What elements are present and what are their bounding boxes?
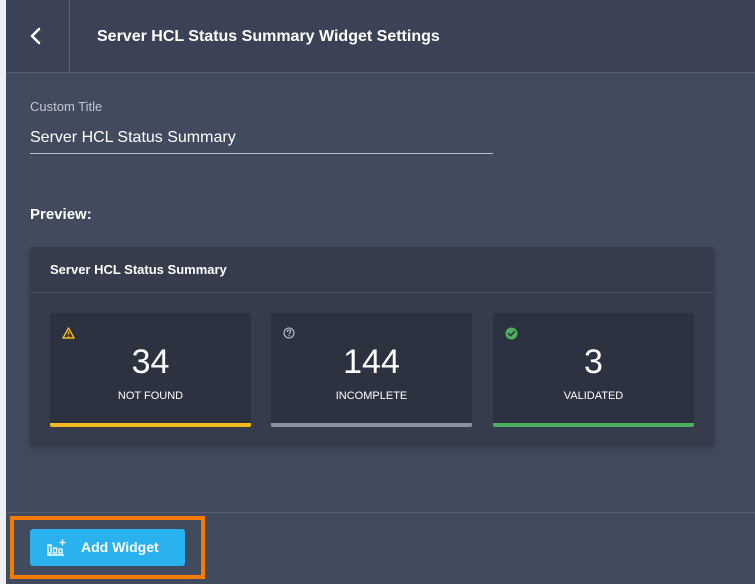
status-bar xyxy=(271,423,472,427)
status-tile-incomplete[interactable]: 144 INCOMPLETE xyxy=(271,313,472,427)
tile-value: 34 xyxy=(131,343,170,381)
widget-settings-panel: Server HCL Status Summary Widget Setting… xyxy=(0,0,755,584)
preview-label: Preview: xyxy=(30,206,92,223)
status-bar xyxy=(50,423,251,427)
widget-card-title: Server HCL Status Summary xyxy=(50,262,227,277)
page-title: Server HCL Status Summary Widget Setting… xyxy=(97,28,440,45)
add-chart-icon xyxy=(47,539,66,556)
footer-divider xyxy=(6,512,755,513)
status-bar xyxy=(493,423,694,427)
tile-label: NOT FOUND xyxy=(117,390,184,402)
check-circle-icon xyxy=(505,327,518,340)
status-tile-validated[interactable]: 3 VALIDATED xyxy=(493,313,694,427)
tile-value: 3 xyxy=(584,343,603,381)
tile-value: 144 xyxy=(343,343,400,381)
custom-title-input[interactable] xyxy=(30,126,493,154)
tile-label: INCOMPLETE xyxy=(335,390,408,402)
status-tile-not-found[interactable]: 34 NOT FOUND xyxy=(50,313,251,427)
settings-header: Server HCL Status Summary Widget Setting… xyxy=(6,0,755,73)
back-button[interactable] xyxy=(6,0,70,72)
tile-label: VALIDATED xyxy=(563,390,624,402)
custom-title-label: Custom Title xyxy=(30,99,103,114)
preview-widget-card: Server HCL Status Summary 34 NOT FOUND 1… xyxy=(30,247,714,446)
question-circle-icon xyxy=(283,327,295,339)
add-widget-label: Add Widget xyxy=(81,539,159,555)
chevron-left-icon xyxy=(30,27,41,45)
add-widget-button[interactable]: Add Widget xyxy=(30,529,185,566)
warning-icon xyxy=(62,327,75,339)
left-rail xyxy=(0,0,6,584)
widget-card-header: Server HCL Status Summary xyxy=(30,247,714,293)
